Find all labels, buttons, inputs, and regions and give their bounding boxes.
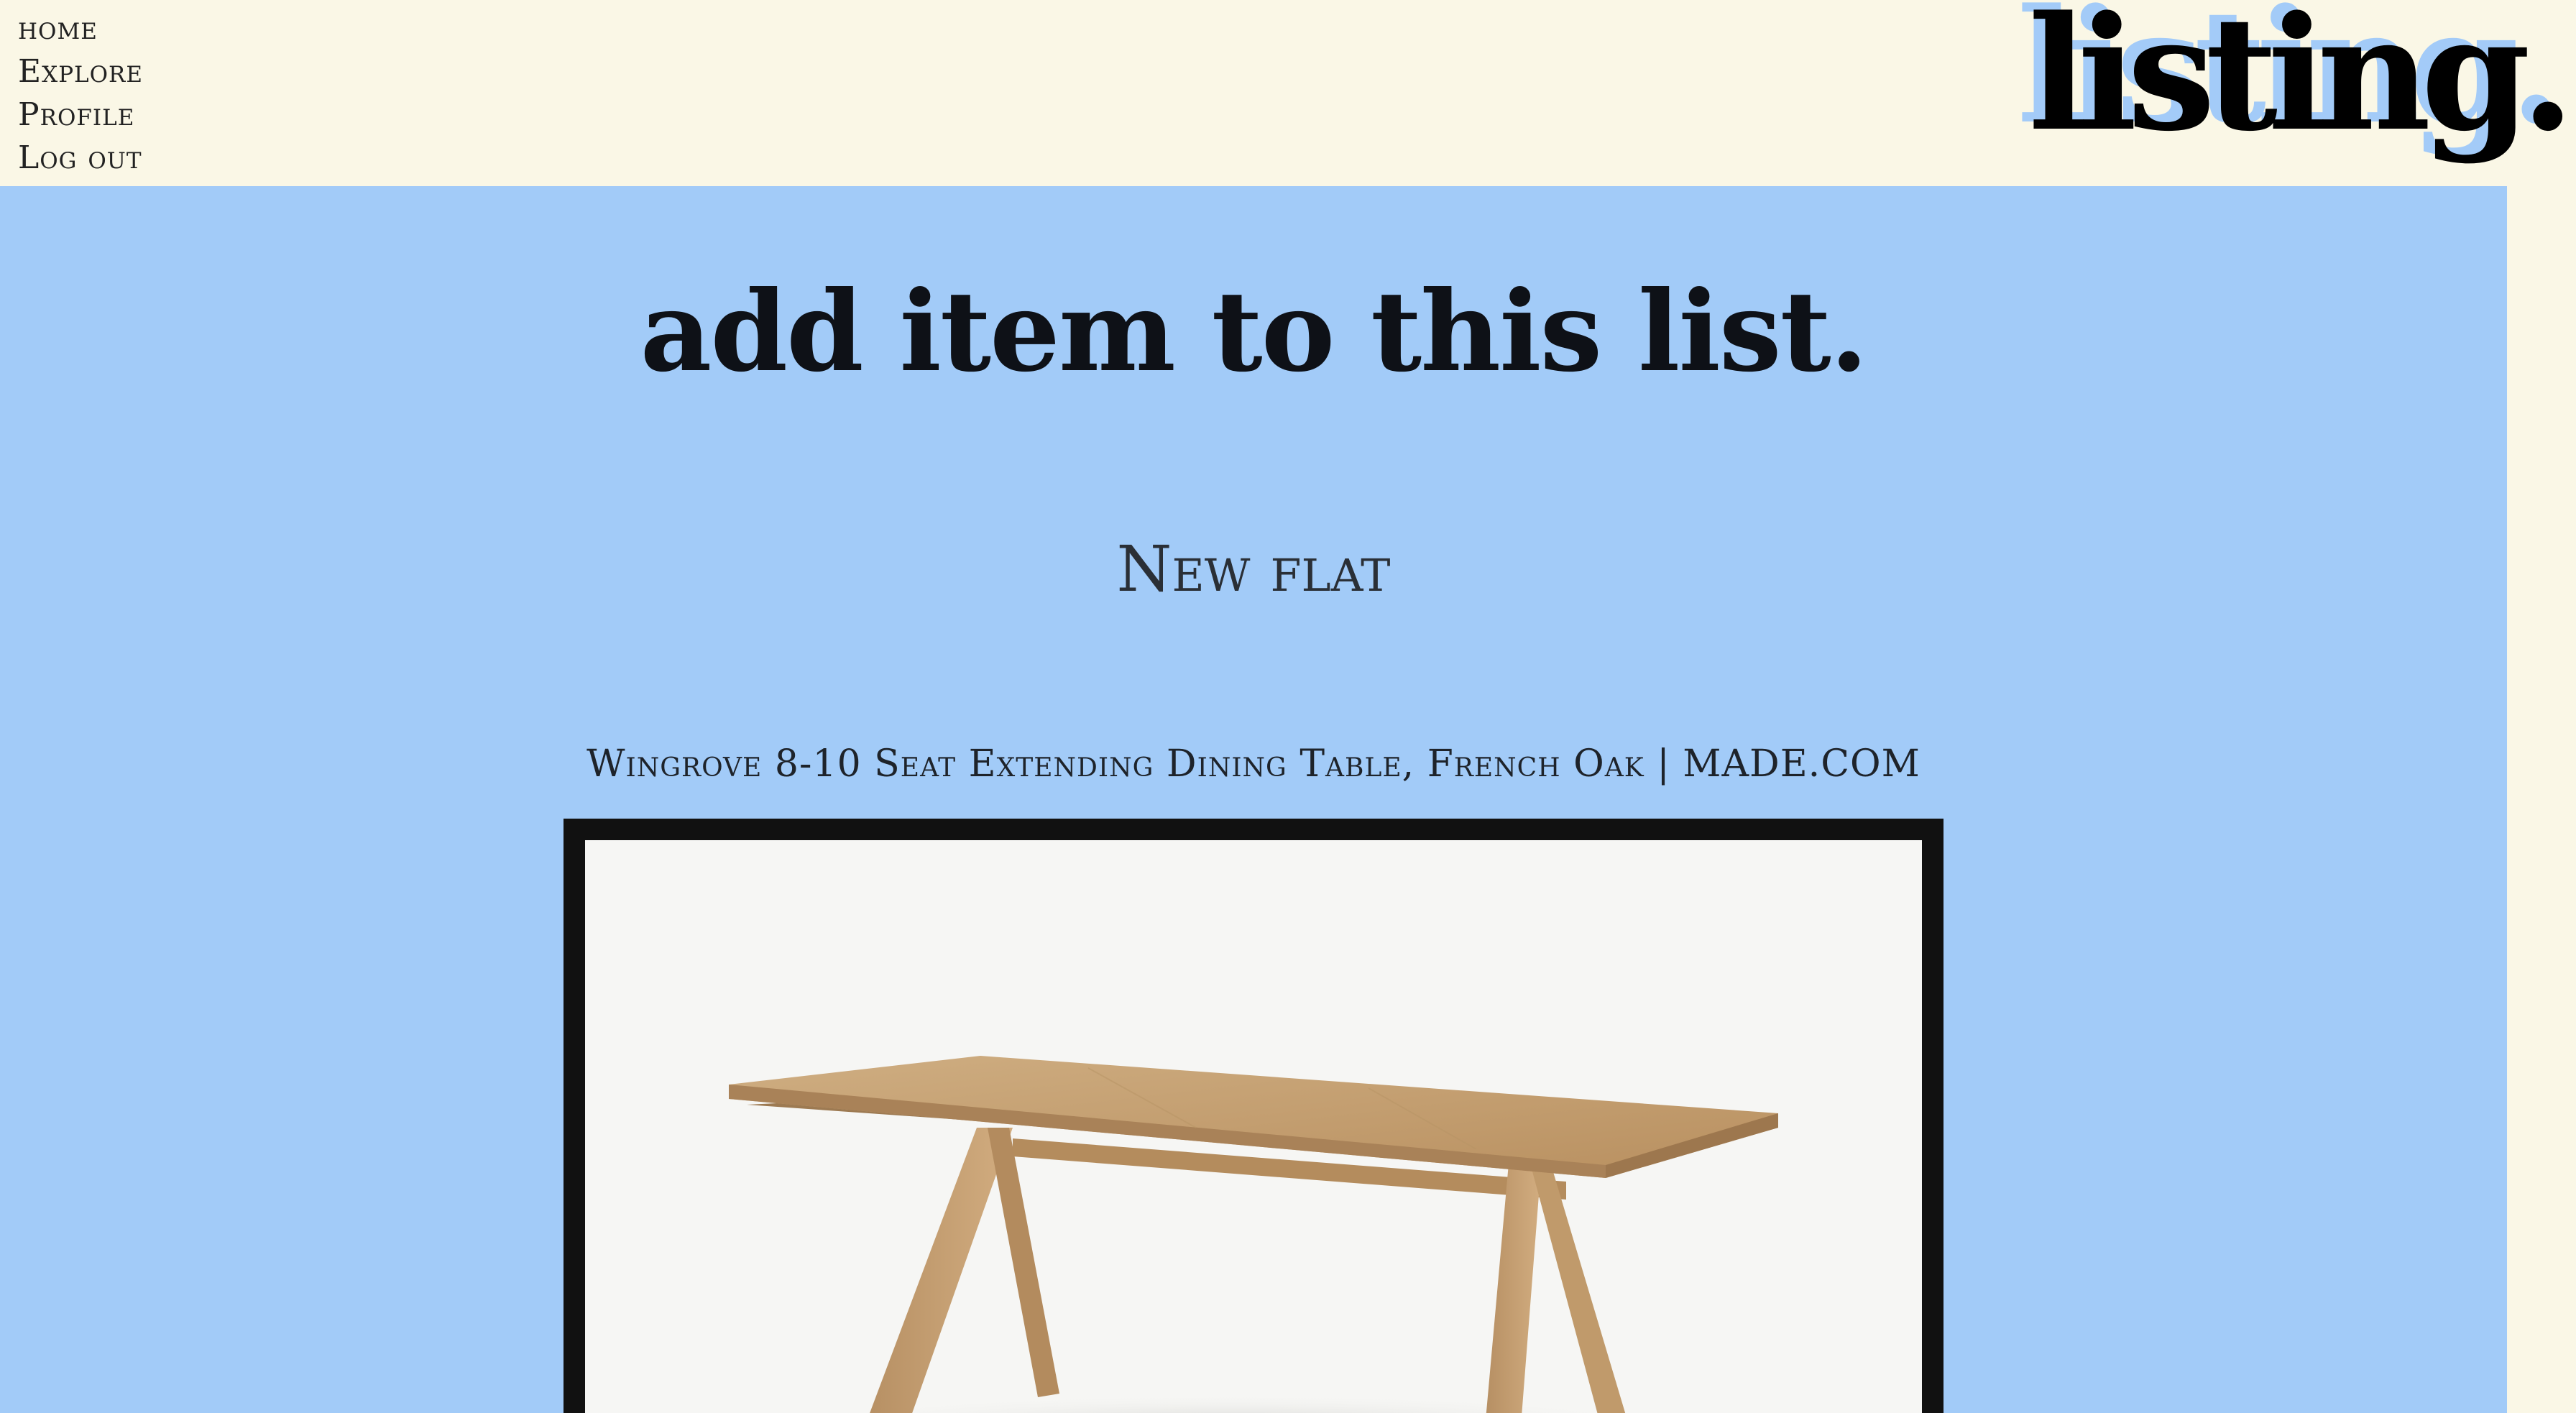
dining-table-illustration xyxy=(729,1056,1778,1413)
main-nav: home Explore Profile Log out xyxy=(18,7,143,180)
nav-profile-link[interactable]: Profile xyxy=(18,93,143,137)
item-image-frame xyxy=(564,819,1944,1413)
nav-home-link[interactable]: home xyxy=(18,7,143,50)
nav-explore-link[interactable]: Explore xyxy=(18,50,143,93)
page-title: add item to this list. xyxy=(640,267,1869,397)
item-product-image xyxy=(585,840,1922,1413)
nav-logout-link[interactable]: Log out xyxy=(18,137,143,180)
add-item-panel: add item to this list. New flat Wingrove… xyxy=(0,186,2507,1413)
site-logo[interactable]: listing. xyxy=(2028,0,2575,152)
item-title: Wingrove 8-10 Seat Extending Dining Tabl… xyxy=(586,742,1920,786)
list-name-heading: New flat xyxy=(1116,532,1391,606)
